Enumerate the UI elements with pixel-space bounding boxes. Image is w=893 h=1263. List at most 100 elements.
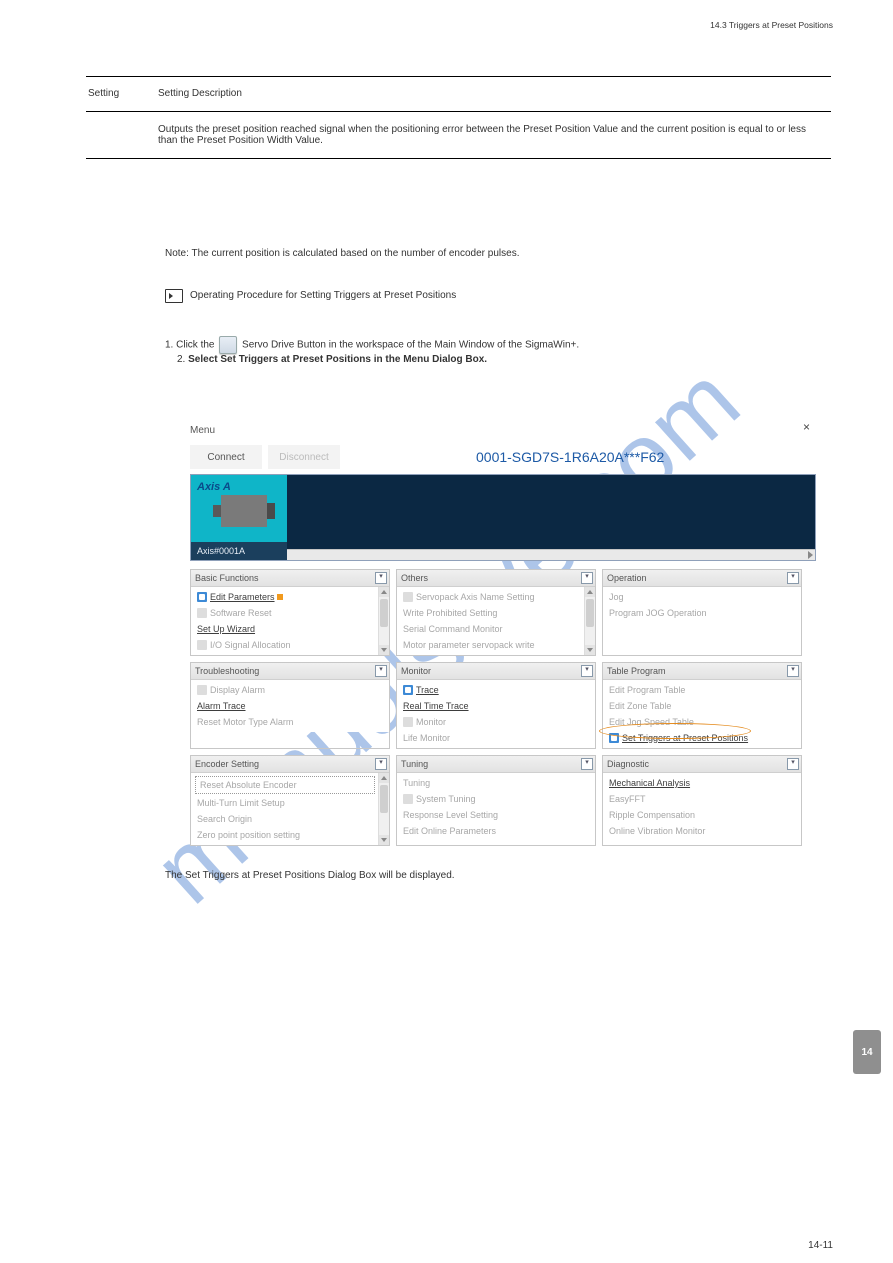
item-multiturn[interactable]: Multi-Turn Limit Setup [193, 795, 377, 811]
item-edit-program-table[interactable]: Edit Program Table [605, 682, 799, 698]
panel-title: Operation [607, 573, 647, 583]
axis-label: Axis A [197, 481, 231, 493]
item-monitor[interactable]: Monitor [399, 714, 593, 730]
item-tuning[interactable]: Tuning [399, 775, 593, 791]
panel-title: Diagnostic [607, 759, 649, 769]
grey-icon [197, 608, 207, 618]
panel-table-program: Table Program ▾ Edit Program Table Edit Z… [602, 662, 802, 749]
operating-procedure-title: Operating Procedure for Setting Triggers… [190, 290, 456, 301]
item-alarm-trace[interactable]: Alarm Trace [193, 698, 387, 714]
model-label: 0001-SGD7S-1R6A20A***F62 [476, 449, 664, 465]
page-number: 14-11 [808, 1240, 833, 1251]
item-realtime-trace[interactable]: Real Time Trace [399, 698, 593, 714]
panel-scrollbar[interactable] [378, 587, 389, 655]
table-header-right: Setting Description [156, 76, 831, 111]
item-online-vib[interactable]: Online Vibration Monitor [605, 823, 799, 839]
minimize-icon[interactable]: ▾ [375, 665, 387, 677]
axis-id: Axis#0001A [191, 542, 287, 560]
list-item[interactable]: Servopack Axis Name Setting [399, 589, 583, 605]
axis-thumbnail[interactable]: Axis A Axis#0001A [191, 475, 287, 560]
menu-label: Menu [190, 425, 215, 436]
item-search-origin[interactable]: Search Origin [193, 811, 377, 827]
item-program-jog[interactable]: Program JOG Operation [605, 605, 799, 621]
panel-tuning: Tuning ▾ Tuning System Tuning Response Le… [396, 755, 596, 846]
step-1-line: 1. Click the Servo Drive Button in the w… [165, 336, 579, 365]
item-zero-point[interactable]: Zero point position setting [193, 827, 377, 843]
minimize-icon[interactable]: ▾ [581, 572, 593, 584]
item-display-alarm[interactable]: Display Alarm [193, 682, 387, 698]
note-line: Note: The current position is calculated… [165, 248, 519, 259]
table-cell-left-empty [86, 112, 156, 158]
settings-table: Setting Setting Description Outputs the … [86, 76, 831, 159]
item-system-tuning[interactable]: System Tuning [399, 791, 593, 807]
list-item [605, 637, 799, 653]
axis-scrollbar[interactable] [287, 549, 815, 560]
item-edit-parameters[interactable]: Edit Parameters [193, 589, 377, 605]
new-badge-icon [277, 594, 283, 600]
step-1-text-b: Servo Drive Button in the workspace of t… [242, 340, 579, 351]
minimize-icon[interactable]: ▾ [375, 758, 387, 770]
item-mechanical-analysis[interactable]: Mechanical Analysis [605, 775, 799, 791]
panel-encoder: Encoder Setting▾ Reset Absolute Encoder … [190, 755, 390, 846]
panel-scrollbar[interactable] [584, 587, 595, 655]
panel-title: Basic Functions [195, 573, 259, 583]
step-1-text-a: Click the [176, 340, 214, 351]
doc-icon [403, 685, 413, 695]
panel-troubleshooting: Troubleshooting ▾ Display Alarm Alarm Tra… [190, 662, 390, 749]
item-io-signal[interactable]: I/O Signal Allocation [193, 637, 377, 653]
item-software-reset[interactable]: Software Reset [193, 605, 377, 621]
connect-button[interactable]: Connect [190, 445, 262, 469]
menu-dialog-screenshot: Menu × Connect Disconnect 0001-SGD7S-1R6… [190, 420, 816, 846]
minimize-icon[interactable]: ▾ [375, 572, 387, 584]
panel-operation: Operation ▾ Jog Program JOG Operation [602, 569, 802, 656]
minimize-icon[interactable]: ▾ [581, 758, 593, 770]
panel-title: Monitor [401, 666, 431, 676]
motor-icon [221, 495, 267, 527]
table-header-left: Setting [86, 76, 156, 111]
item-setup-wizard[interactable]: Set Up Wizard [193, 621, 377, 637]
minimize-icon[interactable]: ▾ [581, 665, 593, 677]
item-trace[interactable]: Trace [399, 682, 593, 698]
list-item[interactable]: Motor parameter servopack write [399, 637, 583, 653]
axis-main-area [287, 475, 815, 560]
sidebar-page-badge: 14 [853, 1030, 881, 1074]
item-edit-zone-table[interactable]: Edit Zone Table [605, 698, 799, 714]
doc-icon [197, 592, 207, 602]
item-easyfft[interactable]: EasyFFT [605, 791, 799, 807]
panel-diagnostic: Diagnostic▾ Mechanical Analysis EasyFFT … [602, 755, 802, 846]
item-edit-jog-speed[interactable]: Edit Jog Speed Table [605, 714, 799, 730]
step-2-text: Select Set Triggers at Preset Positions … [188, 354, 487, 365]
disconnect-button: Disconnect [268, 445, 340, 469]
list-item[interactable]: Serial Command Monitor [399, 621, 583, 637]
grey-icon [403, 794, 413, 804]
list-item [605, 621, 799, 637]
panel-title: Encoder Setting [195, 759, 259, 769]
step-3-text: The Set Triggers at Preset Positions Dia… [165, 870, 455, 881]
item-edit-online-params[interactable]: Edit Online Parameters [399, 823, 593, 839]
table-cell-right-desc: Outputs the preset position reached sign… [156, 112, 831, 158]
item-reset-abs-encoder[interactable]: Reset Absolute Encoder [195, 776, 375, 794]
panel-title: Tuning [401, 759, 428, 769]
item-set-triggers[interactable]: Set Triggers at Preset Positions [605, 730, 799, 746]
doc-icon [609, 733, 619, 743]
grey-icon [197, 640, 207, 650]
panel-scrollbar[interactable] [378, 773, 389, 845]
item-response-level[interactable]: Response Level Setting [399, 807, 593, 823]
item-reset-motor-alarm[interactable]: Reset Motor Type Alarm [193, 714, 387, 730]
close-icon[interactable]: × [803, 420, 810, 434]
panel-title: Table Program [607, 666, 666, 676]
item-jog[interactable]: Jog [605, 589, 799, 605]
minimize-icon[interactable]: ▾ [787, 665, 799, 677]
panel-monitor: Monitor ▾ Trace Real Time Trace Monitor L… [396, 662, 596, 749]
panel-title: Troubleshooting [195, 666, 259, 676]
minimize-icon[interactable]: ▾ [787, 572, 799, 584]
grey-icon [403, 592, 413, 602]
item-ripple[interactable]: Ripple Compensation [605, 807, 799, 823]
panel-others: Others▾ Servopack Axis Name Setting Writ… [396, 569, 596, 656]
list-item[interactable]: Write Prohibited Setting [399, 605, 583, 621]
axis-panel: Axis A Axis#0001A [190, 474, 816, 561]
servo-drive-icon [219, 336, 237, 354]
item-life-monitor[interactable]: Life Monitor [399, 730, 593, 746]
minimize-icon[interactable]: ▾ [787, 758, 799, 770]
grey-icon [403, 717, 413, 727]
